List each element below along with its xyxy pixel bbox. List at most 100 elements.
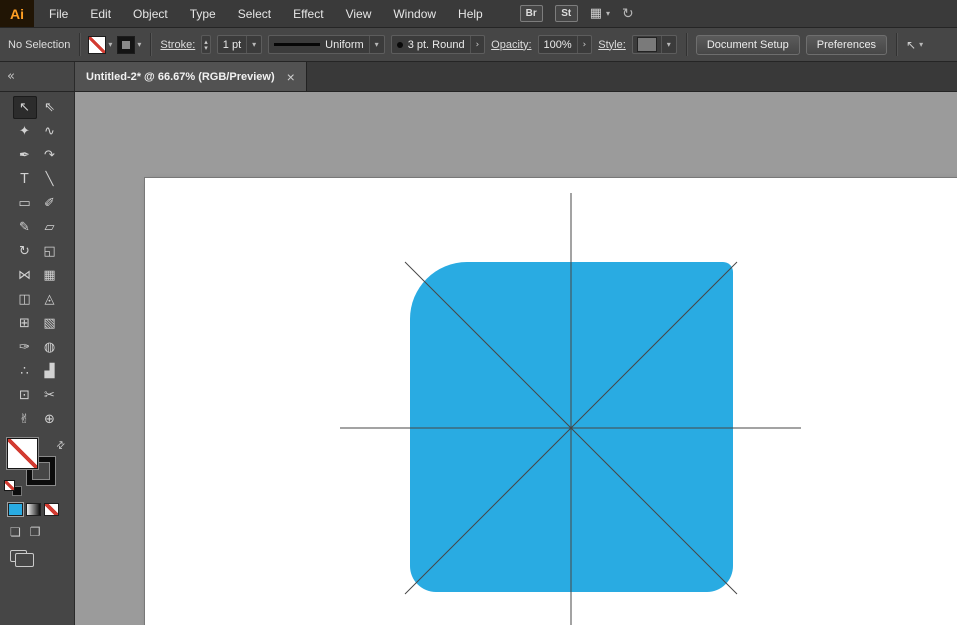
type-icon: T <box>20 172 29 187</box>
rotate-tool[interactable]: ↻ <box>13 240 37 263</box>
collapse-panel-button[interactable]: « <box>0 62 75 91</box>
chevron-down-icon: ▾ <box>919 40 924 49</box>
stock-button[interactable]: St <box>554 5 578 22</box>
shape-builder-tool[interactable]: ◫ <box>13 288 37 311</box>
style-swatch <box>637 38 656 51</box>
stroke-label[interactable]: Stroke: <box>160 39 195 51</box>
scale-tool[interactable]: ◱ <box>38 240 62 263</box>
stroke-weight-value: 1 pt <box>222 38 242 51</box>
tab-bar: « Untitled-2* @ 66.67% (RGB/Preview) × <box>0 62 957 92</box>
stepper-down-icon[interactable]: ▾ <box>204 44 208 51</box>
brush-select[interactable]: 3 pt. Round › <box>390 35 486 54</box>
draw-behind-icon[interactable]: ❐ <box>30 525 41 539</box>
slice-tool[interactable]: ✂ <box>38 384 62 407</box>
divider <box>896 33 898 56</box>
color-mode-buttons <box>0 497 74 516</box>
color-mode-button[interactable] <box>8 503 23 516</box>
free-transform-icon: ▦ <box>43 268 56 283</box>
select-similar-button[interactable]: ↖ ▾ <box>906 38 923 52</box>
direct-selection-icon: ⇖ <box>44 100 55 115</box>
swap-fill-stroke-icon[interactable]: ⇄ <box>54 439 68 453</box>
perspective-grid-tool[interactable]: ◬ <box>38 288 62 311</box>
slice-icon: ✂ <box>44 388 55 403</box>
gradient-mode-button[interactable] <box>26 503 41 516</box>
chevron-right-icon: › <box>469 36 479 53</box>
style-select[interactable]: ▾ <box>631 35 677 54</box>
menu-select[interactable]: Select <box>227 0 282 27</box>
mesh-tool[interactable]: ⊞ <box>13 312 37 335</box>
symbol-sprayer-tool[interactable]: ∴ <box>13 360 37 383</box>
width-profile-select[interactable]: Uniform ▾ <box>268 35 385 54</box>
artboard-tool[interactable]: ⊡ <box>13 384 37 407</box>
menu-file[interactable]: File <box>38 0 79 27</box>
magic-wand-tool[interactable]: ✦ <box>13 120 37 143</box>
stroke-weight-select[interactable]: 1 pt ▾ <box>216 35 263 54</box>
app-logo: Ai <box>0 0 34 27</box>
screen-mode-icon <box>10 550 34 567</box>
column-graph-icon: ▟ <box>44 364 55 379</box>
menu-edit[interactable]: Edit <box>79 0 122 27</box>
menu-object[interactable]: Object <box>122 0 179 27</box>
fill-color-control[interactable]: ▾ <box>89 36 113 53</box>
width-profile-value: Uniform <box>325 38 364 51</box>
paintbrush-tool[interactable]: ✐ <box>38 192 62 215</box>
document-setup-button[interactable]: Document Setup <box>695 34 800 55</box>
type-tool[interactable]: T <box>13 168 37 191</box>
free-transform-tool[interactable]: ▦ <box>38 264 62 287</box>
tools-panel: ↖ ⇖ ✦ ∿ ✒ ↷ T ╲ ▭ ✐ ✎ ▱ ↻ ◱ ⋈ ▦ ◫ ◬ ⊞ ▧ ✑ ◍ ∴ ▟ ⊡ ✂ ✌ ⊕ ⇄ ❏ ❐ <box>0 92 75 625</box>
default-fill-stroke-icon[interactable] <box>5 481 21 495</box>
sync-status-icon[interactable]: ↻ <box>622 6 634 22</box>
opacity-input[interactable]: 100% › <box>537 35 593 54</box>
fill-stroke-cluster: ⇄ <box>0 439 74 497</box>
style-label[interactable]: Style: <box>598 39 626 51</box>
divider <box>685 33 687 56</box>
tools-grid: ↖ ⇖ ✦ ∿ ✒ ↷ T ╲ ▭ ✐ ✎ ▱ ↻ ◱ ⋈ ▦ ◫ ◬ ⊞ ▧ ✑ ◍ ∴ ▟ ⊡ ✂ ✌ ⊕ <box>0 92 74 431</box>
column-graph-tool[interactable]: ▟ <box>38 360 62 383</box>
width-tool[interactable]: ⋈ <box>13 264 37 287</box>
draw-normal-icon[interactable]: ❏ <box>10 525 21 539</box>
arrange-documents-button[interactable]: ▦ ▾ <box>590 6 610 21</box>
zoom-tool[interactable]: ⊕ <box>38 408 62 431</box>
stroke-color-control[interactable]: ▾ <box>118 36 142 53</box>
hand-tool[interactable]: ✌ <box>13 408 37 431</box>
pencil-tool[interactable]: ✎ <box>13 216 37 239</box>
chevron-down-icon: ▾ <box>108 40 113 49</box>
rectangle-tool[interactable]: ▭ <box>13 192 37 215</box>
close-tab-icon[interactable]: × <box>287 69 295 85</box>
chevron-down-icon: ▾ <box>137 40 142 49</box>
menu-help[interactable]: Help <box>447 0 494 27</box>
menu-bar: Ai File Edit Object Type Select Effect View Win… <box>0 0 957 28</box>
none-mode-button[interactable] <box>44 503 59 516</box>
stroke-weight-stepper[interactable]: ▴ ▾ <box>201 35 211 54</box>
collapse-icon: « <box>7 69 15 84</box>
menu-list: File Edit Object Type Select Effect View Window… <box>38 0 494 27</box>
pen-tool[interactable]: ✒ <box>13 144 37 167</box>
lasso-tool[interactable]: ∿ <box>38 120 62 143</box>
screen-mode-button[interactable] <box>10 550 40 568</box>
line-segment-tool[interactable]: ╲ <box>38 168 62 191</box>
curvature-tool[interactable]: ↷ <box>38 144 62 167</box>
menu-type[interactable]: Type <box>179 0 227 27</box>
menu-window[interactable]: Window <box>382 0 447 27</box>
document-tab[interactable]: Untitled-2* @ 66.67% (RGB/Preview) × <box>75 62 307 91</box>
menu-view[interactable]: View <box>335 0 383 27</box>
control-bar: No Selection ▾ ▾ Stroke: ▴ ▾ 1 pt ▾ Unif… <box>0 28 957 62</box>
blend-tool[interactable]: ◍ <box>38 336 62 359</box>
opacity-label[interactable]: Opacity: <box>491 39 531 51</box>
direct-selection-tool[interactable]: ⇖ <box>38 96 62 119</box>
selection-tool[interactable]: ↖ <box>12 96 37 119</box>
chevron-down-icon: ▾ <box>606 9 611 18</box>
chevron-down-icon: ▾ <box>660 36 671 53</box>
eyedropper-icon: ✑ <box>19 340 30 355</box>
canvas-area[interactable] <box>75 92 957 625</box>
eyedropper-tool[interactable]: ✑ <box>13 336 37 359</box>
menu-effect[interactable]: Effect <box>282 0 334 27</box>
titlebar-actions: Br St ▦ ▾ ↻ <box>519 0 634 27</box>
eraser-tool[interactable]: ▱ <box>38 216 62 239</box>
artboard[interactable] <box>145 178 957 625</box>
gradient-tool[interactable]: ▧ <box>38 312 62 335</box>
fill-swatch[interactable] <box>8 439 37 468</box>
preferences-button[interactable]: Preferences <box>805 34 888 55</box>
zoom-icon: ⊕ <box>44 412 55 427</box>
bridge-button[interactable]: Br <box>519 5 543 22</box>
